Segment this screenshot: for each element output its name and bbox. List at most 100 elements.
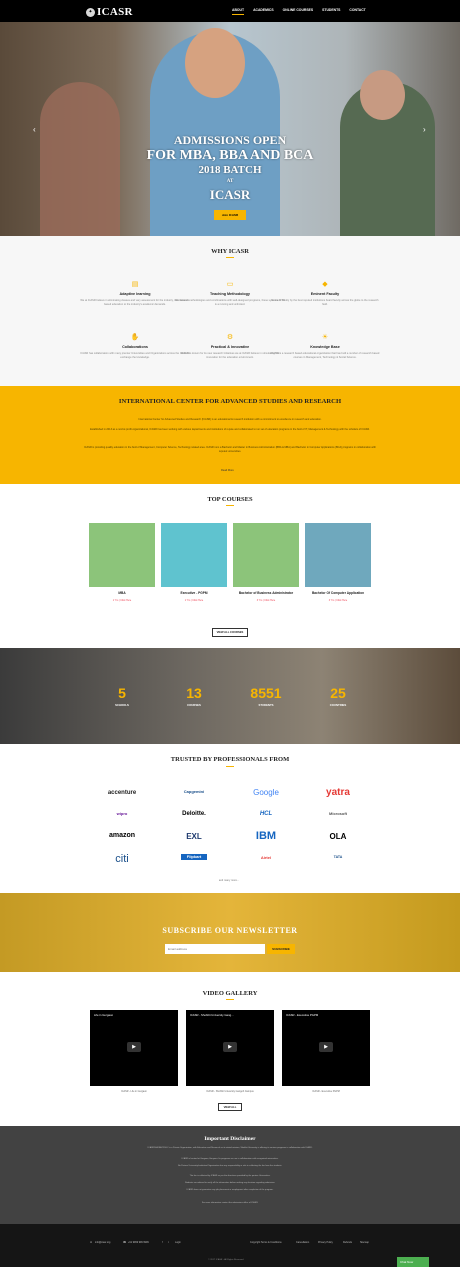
gears-icon: ⚙ (226, 334, 234, 341)
footer-link-cancellation[interactable]: Cancellation (296, 1241, 309, 1244)
join-button[interactable]: Join ICASR (214, 210, 246, 220)
logo-airtel: Airtel (260, 855, 272, 860)
logo-citi: citi (115, 853, 129, 865)
footer-login[interactable]: Login (175, 1241, 181, 1244)
video-caption-1: ICASR - Life in Gurgaon (121, 1090, 147, 1093)
facebook-icon[interactable]: f (162, 1241, 163, 1244)
footer-email[interactable]: info@icasr.org (95, 1241, 110, 1244)
logo-exl: EXL (186, 832, 202, 841)
newsletter-title: SUBSCRIBE OUR NEWSLETTER (162, 926, 298, 935)
view-all-courses-button[interactable]: VIEW ALL COURSES (212, 628, 248, 637)
about-paragraph-1: International Center for Advanced Studie… (138, 418, 322, 421)
play-icon[interactable]: ▶ (319, 1042, 333, 1052)
site-logo[interactable]: ✦ ICASR (86, 5, 133, 20)
gallery-title: VIDEO GALLERY (202, 990, 258, 997)
course-card-mba[interactable]: MBA 1 Yrs | Click Here (89, 523, 155, 619)
footer-link-terms[interactable]: Copyright Terms & Conditions (250, 1241, 282, 1244)
stat-countries: 25 COUNTRIES (329, 685, 347, 707)
disclaimer-title: Important Disclaimer (204, 1136, 256, 1142)
menu-item-academics[interactable]: ACADEMICS (253, 8, 274, 15)
main-menu: ABOUT ACADEMICS ONLINE COURSES STUDENTS … (232, 8, 366, 15)
stat-students: 8551 STUDENTS (250, 685, 282, 707)
logo-text: ICASR (97, 6, 133, 18)
course-image-bba (233, 523, 299, 587)
video-player-1[interactable]: Life in Gurgaon ▶ (90, 1010, 178, 1086)
feature-knowledge-base: ☀ Knowledge Base ICASR is a research bas… (270, 334, 380, 359)
disclaimer-line: ICASR does not guarantee any job placeme… (186, 1189, 274, 1191)
menu-item-contact[interactable]: CONTACT (349, 8, 365, 15)
stat-schools: 5 SCHOOLS (115, 685, 129, 707)
top-courses-section (0, 484, 460, 648)
gallery-title-underline (226, 999, 234, 1000)
video-player-3[interactable]: ICASR - Executive PGPM ▶ (282, 1010, 370, 1086)
laptop-icon: ▭ (226, 281, 234, 288)
stats-section (0, 648, 460, 744)
why-title-underline (226, 257, 234, 258)
footer-link-privacy[interactable]: Privacy Policy (318, 1241, 333, 1244)
feature-teaching-methodology: ▭ Teaching Methodology We believe method… (175, 281, 285, 306)
view-all-videos-button[interactable]: VIEW ALL (218, 1103, 242, 1111)
footer-link-refunds[interactable]: Refunds (343, 1241, 352, 1244)
hero-line-3: 2018 BATCH (198, 164, 262, 176)
course-card-executive-pgpm[interactable]: Executive - PGPM 1 Yrs | Click Here (161, 523, 227, 619)
menu-item-online-courses[interactable]: ONLINE COURSES (283, 8, 314, 15)
subscribe-button[interactable]: SUBSCRIBE (267, 944, 295, 954)
logo-emblem-icon: ✦ (86, 8, 95, 18)
disclaimer-line: ICASR is located at Gurgaon, Haryana. It… (181, 1158, 279, 1160)
logo-capgemini: Capgemini (183, 789, 205, 794)
footer-link-sitemap[interactable]: Sitemap (360, 1241, 369, 1244)
mail-icon: ✉ (90, 1241, 93, 1244)
hero-person-center-head (185, 28, 245, 98)
hero-person-right-head (360, 70, 405, 120)
logo-google: Google (253, 788, 279, 797)
menu-item-students[interactable]: STUDENTS (322, 8, 340, 15)
logo-deloitte: Deloitte. (182, 811, 206, 817)
why-section (0, 236, 460, 386)
book-icon: ▤ (131, 281, 139, 288)
logo-wipro: wipro (116, 811, 128, 816)
about-read-more-link[interactable]: Read More (221, 469, 234, 473)
phone-icon: ☎ (123, 1241, 126, 1244)
feature-collaborations: ✋ Collaborations ICASR has collaboration… (80, 334, 190, 359)
disclaimer-line: For more information contact the admissi… (201, 1202, 259, 1204)
disclaimer-line: No Partner University/institution/Organi… (178, 1165, 282, 1167)
trusted-more-text: and many more... (218, 879, 240, 882)
courses-title-underline (226, 505, 234, 506)
play-icon[interactable]: ▶ (127, 1042, 141, 1052)
feature-adaptive-learning: ▤ Adaptive learning We at ICASR believe … (80, 281, 190, 306)
trusted-title: TRUSTED BY PROFESSIONALS FROM (170, 756, 290, 763)
twitter-icon[interactable]: t (168, 1241, 169, 1244)
video-player-2[interactable]: ICASR - Shobhit University Gang... ▶ (186, 1010, 274, 1086)
disclaimer-line: ICASR/SHOBHIT/GLC is a Private Organizat… (147, 1147, 313, 1149)
course-image-bca (305, 523, 371, 587)
hero-line-5: ICASR (209, 187, 251, 202)
graduation-cap-icon: ◆ (322, 281, 328, 288)
logo-amazon: amazon (108, 832, 136, 839)
logo-hcl: HCL (259, 811, 273, 817)
about-paragraph-3: ICASR is providing quality education in … (84, 446, 376, 453)
about-paragraph-2: Established in 2013 as a not-for-profit … (90, 428, 370, 431)
chat-now-button[interactable]: Chat Now (397, 1257, 429, 1267)
logo-tata: TATA (333, 855, 343, 859)
play-icon[interactable]: ▶ (223, 1042, 237, 1052)
logo-accenture: accenture (107, 790, 137, 796)
feature-practical-innovative: ⚙ Practical & Innovative ICASR is known … (175, 333, 285, 359)
newsletter-email-input[interactable] (165, 944, 265, 954)
course-image-pgpm (161, 523, 227, 587)
logo-ola: OLA (329, 832, 347, 841)
why-title: WHY ICASR (211, 248, 249, 255)
footer-phone[interactable]: +91 9999 999 9999 (128, 1241, 149, 1244)
menu-item-about[interactable]: ABOUT (232, 8, 245, 15)
video-caption-2: ICASR - Shobhit University Gangoh Campus (206, 1090, 254, 1093)
course-card-bca[interactable]: Bachelor Of Computer Application 3 Yrs |… (305, 523, 371, 619)
course-card-bba[interactable]: Bachelor of Business Administrator 3 Yrs… (233, 523, 299, 619)
course-image-mba (89, 523, 155, 587)
about-title: INTERNATIONAL CENTER FOR ADVANCED STUDIE… (118, 398, 342, 405)
disclaimer-line: Students are advised to verify all the i… (184, 1182, 276, 1184)
feature-eminent-faculty: ◆ Eminent Faculty Eminent faculty by the… (271, 281, 379, 306)
footer-copyright: © 2017 ICASR - All Rights Reserved (208, 1259, 244, 1261)
top-navbar: ✦ ICASR ABOUT ACADEMICS ONLINE COURSES S… (0, 0, 460, 22)
courses-title: TOP COURSES (207, 496, 253, 503)
logo-flipkart: Flipkart (181, 854, 207, 860)
disclaimer-line: The fee is collected by ICASR as per the… (189, 1175, 271, 1177)
